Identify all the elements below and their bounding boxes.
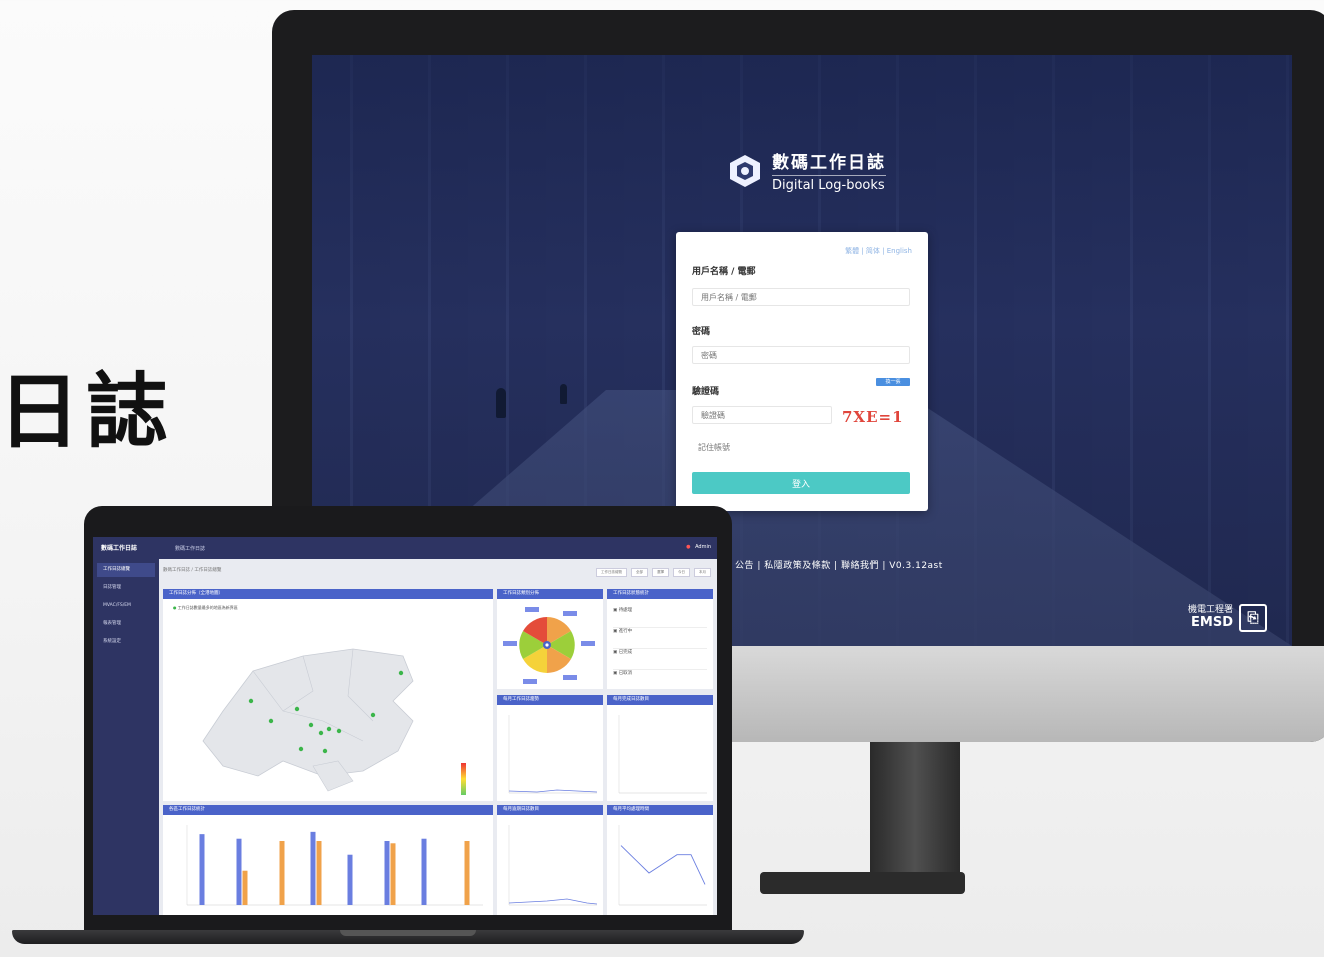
bar[interactable] <box>242 870 248 905</box>
remember-checkbox[interactable]: 記住帳號 <box>698 442 730 453</box>
line-panel-3: 每月逾期日誌數目 <box>497 805 603 915</box>
brand-logo-icon <box>730 154 760 187</box>
line-panel-1: 每月工作日誌趨勢 <box>497 695 603 801</box>
sidebar-item-overview[interactable]: 工作日誌總覽 <box>97 563 155 577</box>
background-person <box>560 384 567 404</box>
status-item[interactable]: ▣ 已完成 <box>613 649 707 670</box>
radar-panel-title: 工作日誌類別分佈 <box>497 589 603 599</box>
series-line <box>620 845 706 885</box>
laptop-notch <box>340 930 476 936</box>
page-subtitle: 數碼工作日誌 / 工作日誌總覽 <box>163 568 222 573</box>
background-person <box>496 388 506 418</box>
dashboard-brand: 數碼工作日誌 <box>101 545 138 552</box>
user-name: Admin <box>695 544 711 550</box>
bar[interactable] <box>464 841 470 905</box>
dashboard-screen: 數碼工作日誌 數碼工作日誌 ● Admin 工作日誌總覽 日誌管理 MVAC/F… <box>93 537 717 915</box>
bar[interactable] <box>236 838 242 905</box>
status-item-label: 已取消 <box>618 671 633 676</box>
filter-scope[interactable]: 全部 <box>631 568 648 577</box>
username-label: 用戶名稱 / 電郵 <box>692 267 756 277</box>
line-panel-3-title: 每月逾期日誌數目 <box>497 805 603 815</box>
status-panel: 工作日誌狀態統計 ▣ 待處理 ▣ 進行中 ▣ 已完成 ▣ 已取消 <box>607 589 713 689</box>
emsd-logo: 機電工程署 EMSD ⎘ <box>1188 604 1268 632</box>
line-panel-1-title: 每月工作日誌趨勢 <box>497 695 603 705</box>
top-bar: 數碼工作日誌 數碼工作日誌 ● Admin <box>93 537 717 559</box>
login-button[interactable]: 登入 <box>692 472 910 494</box>
line-panel-4-title: 每月平均處理時間 <box>607 805 713 815</box>
monitor-stand <box>870 742 960 892</box>
captcha-image: 7XE=1 <box>842 408 912 428</box>
emsd-emblem-icon: ⎘ <box>1239 604 1268 632</box>
filter-type[interactable]: 工作日誌總覽 <box>596 568 627 577</box>
language-switch-link[interactable]: 繁體 | 简体 | English <box>845 246 912 256</box>
line-panel-2-title: 每月完成日誌數目 <box>607 695 713 705</box>
emsd-name-en: EMSD <box>1191 615 1234 631</box>
status-item[interactable]: ▣ 進行中 <box>613 628 707 649</box>
bar[interactable] <box>310 831 316 905</box>
bar[interactable] <box>347 854 353 905</box>
app-brand: 數碼工作日誌 Digital Log-books <box>726 148 886 193</box>
status-item[interactable]: ▣ 已取消 <box>613 670 707 690</box>
bar[interactable] <box>384 841 390 905</box>
login-form: 繁體 | 简体 | English 用戶名稱 / 電郵 密碼 驗證碼 換一張 7… <box>676 232 928 511</box>
status-item-label: 待處理 <box>618 608 633 613</box>
captcha-label: 驗證碼 <box>692 387 720 397</box>
remember-label: 記住帳號 <box>698 443 730 452</box>
bar[interactable] <box>199 834 205 905</box>
bar[interactable] <box>316 841 322 905</box>
bar-panel-title: 各區工作日誌統計 <box>163 805 493 815</box>
bar[interactable] <box>279 841 285 905</box>
sidebar-item-logbook[interactable]: 日誌管理 <box>97 581 155 595</box>
headline: 日誌 <box>0 365 175 460</box>
footer-links[interactable]: 公告 | 私隱政策及條款 | 聯絡我們 | V0.3.12ast <box>735 558 943 571</box>
filter-today[interactable]: 今日 <box>673 568 690 577</box>
sidebar-item-mvac[interactable]: MVAC/FS/EM <box>97 599 155 613</box>
line-chart-3[interactable] <box>497 817 603 915</box>
monitor-base <box>760 872 965 894</box>
captcha-refresh-button[interactable]: 換一張 <box>876 378 910 386</box>
filter-month[interactable]: 本月 <box>694 568 711 577</box>
captcha-input[interactable] <box>692 406 832 424</box>
emsd-name-cn: 機電工程署 <box>1188 604 1234 615</box>
status-panel-title: 工作日誌狀態統計 <box>607 589 713 599</box>
line-chart-4[interactable] <box>607 817 713 915</box>
username-input[interactable] <box>692 288 910 306</box>
sidebar: 工作日誌總覽 日誌管理 MVAC/FS/EM 報表管理 系統設定 <box>93 559 159 915</box>
breadcrumb[interactable]: 數碼工作日誌 <box>175 545 205 552</box>
bar-chart[interactable] <box>163 817 493 915</box>
filter-select[interactable]: 選擇 <box>652 568 669 577</box>
line-chart-1[interactable] <box>497 707 603 801</box>
bar[interactable] <box>390 843 396 905</box>
sidebar-item-settings[interactable]: 系統設定 <box>97 635 155 649</box>
status-item-label: 進行中 <box>618 629 633 634</box>
line-panel-2: 每月完成日誌數目 <box>607 695 713 801</box>
status-list: ▣ 待處理 ▣ 進行中 ▣ 已完成 ▣ 已取消 <box>613 607 707 690</box>
bar[interactable] <box>421 838 427 905</box>
brand-name-cn: 數碼工作日誌 <box>772 153 886 173</box>
status-item[interactable]: ▣ 待處理 <box>613 607 707 628</box>
radar-chart[interactable] <box>497 601 603 689</box>
radar-panel: 工作日誌類別分佈 <box>497 589 603 689</box>
password-input[interactable] <box>692 346 910 364</box>
line-panel-4: 每月平均處理時間 <box>607 805 713 915</box>
sidebar-item-reports[interactable]: 報表管理 <box>97 617 155 631</box>
captcha-text: 7XE=1 <box>842 408 904 426</box>
map-panel-title: 工作日誌分佈（全港地圖） <box>163 589 493 599</box>
status-item-label: 已完成 <box>618 650 633 655</box>
filter-bar: 工作日誌總覽 全部 選擇 今日 本月 <box>596 568 711 577</box>
captcha-refresh-label: 換一張 <box>885 379 901 385</box>
bell-icon[interactable]: ● <box>686 544 690 550</box>
map-panel: 工作日誌分佈（全港地圖） ● 工作日誌數量最多的地區為新界區 <box>163 589 493 801</box>
user-menu[interactable]: ● Admin <box>686 544 711 550</box>
brand-name-en: Digital Log-books <box>772 175 886 193</box>
bar-panel: 各區工作日誌統計 <box>163 805 493 915</box>
line-chart-2[interactable] <box>607 707 713 801</box>
hong-kong-map[interactable] <box>163 601 493 801</box>
password-label: 密碼 <box>692 327 711 337</box>
